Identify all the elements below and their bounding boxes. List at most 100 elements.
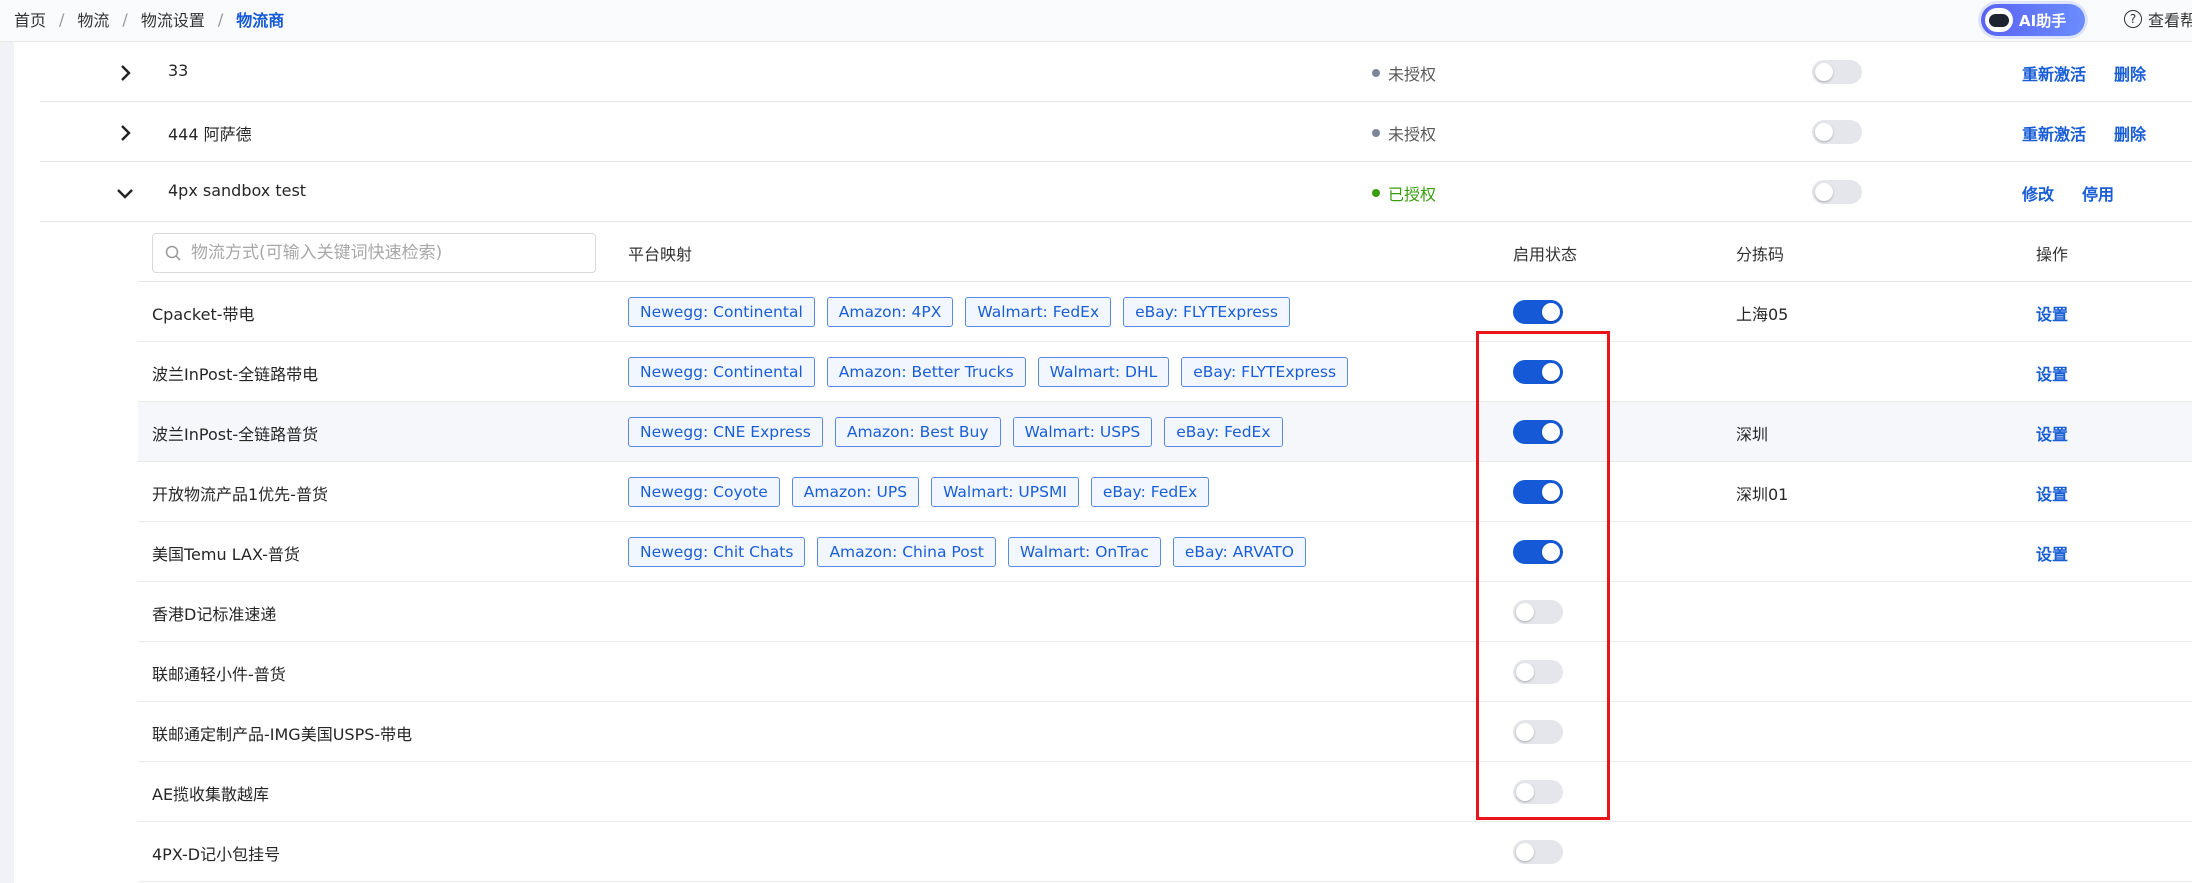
settings-link[interactable]: 设置 [2036,421,2068,445]
table-row: 波兰InPost-全链路带电 Newegg: Continental Amazon:… [138,342,2192,402]
platform-mapping-tag: eBay: FLYTExpress [1181,357,1349,387]
enable-toggle[interactable] [1513,720,1563,744]
breadcrumb-separator: / [59,9,65,29]
settings-link[interactable]: 设置 [2036,541,2068,565]
provider-action-link[interactable]: 修改 [2022,181,2054,205]
toggle-knob [1815,63,1833,81]
provider-action-link[interactable]: 重新激活 [2022,61,2086,85]
provider-enable-toggle[interactable] [1812,180,1862,204]
platform-mapping-tag: Newegg: Continental [628,297,815,327]
toggle-knob [1516,603,1534,621]
settings-link[interactable]: 设置 [2036,361,2068,385]
breadcrumb-logistics-settings[interactable]: 物流设置 [141,7,205,31]
provider-action-link[interactable]: 停用 [2082,181,2114,205]
platform-mapping-tags: Newegg: CNE Express Amazon: Best Buy Walma… [628,417,1295,447]
help-link[interactable]: ? 查看帮 [2124,8,2192,30]
top-bar: 首页 / 物流 / 物流设置 / 物流商 AI助手 ? 查看帮 [0,0,2192,42]
breadcrumb-home[interactable]: 首页 [14,7,46,31]
table-row: 开放物流产品1优先-普货 Newegg: Coyote Amazon: UPS Wal… [138,462,2192,522]
shipping-method-name: Cpacket-带电 [152,305,255,324]
breadcrumb-separator: / [217,9,224,29]
toggle-knob [1542,483,1560,501]
table-row: AE揽收集散越库 [138,762,2192,822]
platform-mapping-tags: Newegg: Continental Amazon: Better Trucks… [628,357,1360,387]
enable-toggle[interactable] [1513,660,1563,684]
shipping-method-name: 香港D记标准速递 [152,605,277,624]
toggle-knob [1542,363,1560,381]
enable-toggle[interactable] [1513,600,1563,624]
search-box[interactable] [152,233,596,273]
chevron-down-icon[interactable] [114,182,136,204]
shipping-method-name: 美国Temu LAX-普货 [152,545,300,564]
enable-toggle[interactable] [1513,360,1563,384]
auth-status-label: 未授权 [1388,125,1437,144]
platform-mapping-tag: eBay: ARVATO [1172,537,1306,567]
ai-assistant-button[interactable]: AI助手 [1981,4,2085,36]
provider-action-link[interactable]: 重新激活 [2022,121,2086,145]
shipping-method-name: 波兰InPost-全链路带电 [152,365,319,384]
provider-enable-toggle[interactable] [1812,120,1862,144]
platform-mapping-tag: Amazon: China Post [817,537,996,567]
enable-toggle[interactable] [1513,840,1563,864]
platform-mapping-tags: Newegg: Continental Amazon: 4PX Walmart: F… [628,297,1302,327]
search-icon [165,245,181,261]
shipping-method-table-header: 平台映射 启用状态 分拣码 操作 [138,222,2192,282]
platform-mapping-tag: Amazon: Best Buy [834,417,1001,447]
platform-mapping-tag: Walmart: OnTrac [1007,537,1161,567]
toggle-knob [1516,783,1534,801]
platform-mapping-tag: Newegg: Coyote [628,477,780,507]
platform-mapping-tags: Newegg: Chit Chats Amazon: China Post Walm… [628,537,1318,567]
toggle-knob [1516,663,1534,681]
auth-status: 未授权 [1372,121,1436,145]
column-header-mapping: 平台映射 [628,245,693,264]
table-row: 美国Temu LAX-普货 Newegg: Chit Chats Amazon: C… [138,522,2192,582]
settings-link[interactable]: 设置 [2036,301,2068,325]
shipping-method-name: AE揽收集散越库 [152,785,270,804]
platform-mapping-tag: Walmart: USPS [1012,417,1153,447]
provider-actions: 修改 停用 [2022,181,2142,205]
robot-icon [1985,8,2013,32]
breadcrumb-logistics[interactable]: 物流 [77,7,109,31]
column-header-status: 启用状态 [1513,245,1578,264]
platform-mapping-tag: Walmart: DHL [1037,357,1170,387]
sort-code: 深圳01 [1736,485,1789,504]
provider-row[interactable]: 4px sandbox test 已授权 修改 停用 [40,162,2192,222]
settings-link[interactable]: 设置 [2036,481,2068,505]
breadcrumb-current: 物流商 [236,11,285,30]
provider-enable-toggle[interactable] [1812,60,1862,84]
platform-mapping-tag: eBay: FedEx [1164,417,1283,447]
provider-row[interactable]: 444 阿萨德 未授权 重新激活 删除 [40,102,2192,162]
platform-mapping-tag: Amazon: 4PX [826,297,954,327]
provider-action-link[interactable]: 删除 [2114,121,2146,145]
toggle-knob [1815,123,1833,141]
auth-status-label: 未授权 [1388,65,1437,84]
status-dot-icon [1372,189,1380,197]
sort-code: 深圳 [1736,425,1769,444]
provider-actions: 重新激活 删除 [2022,61,2174,85]
provider-actions: 重新激活 删除 [2022,121,2174,145]
enable-toggle[interactable] [1513,420,1563,444]
chevron-right-icon[interactable] [114,122,136,144]
enable-toggle[interactable] [1513,300,1563,324]
auth-status-label: 已授权 [1388,185,1437,204]
chevron-right-icon[interactable] [114,62,136,84]
enable-toggle[interactable] [1513,780,1563,804]
table-row: Cpacket-带电 Newegg: Continental Amazon: 4PX… [138,282,2192,342]
toggle-knob [1542,423,1560,441]
table-row: 4PX-D记小包挂号 [138,822,2192,882]
shipping-method-name: 联邮通定制产品-IMG美国USPS-带电 [152,725,413,744]
status-dot-icon [1372,129,1380,137]
toggle-knob [1542,543,1560,561]
platform-mapping-tag: Amazon: Better Trucks [826,357,1026,387]
provider-row[interactable]: 33 未授权 重新激活 删除 [40,42,2192,102]
toggle-knob [1542,303,1560,321]
platform-mapping-tag: eBay: FLYTExpress [1123,297,1290,327]
table-row: 波兰InPost-全链路普货 Newegg: CNE Express Amazon:… [138,402,2192,462]
provider-action-link[interactable]: 删除 [2114,61,2146,85]
enable-toggle[interactable] [1513,480,1563,504]
column-header-sort-code: 分拣码 [1736,245,1785,264]
enable-toggle[interactable] [1513,540,1563,564]
search-input[interactable] [191,243,591,263]
shipping-method-name: 波兰InPost-全链路普货 [152,425,319,444]
platform-mapping-tag: Walmart: UPSMI [931,477,1079,507]
